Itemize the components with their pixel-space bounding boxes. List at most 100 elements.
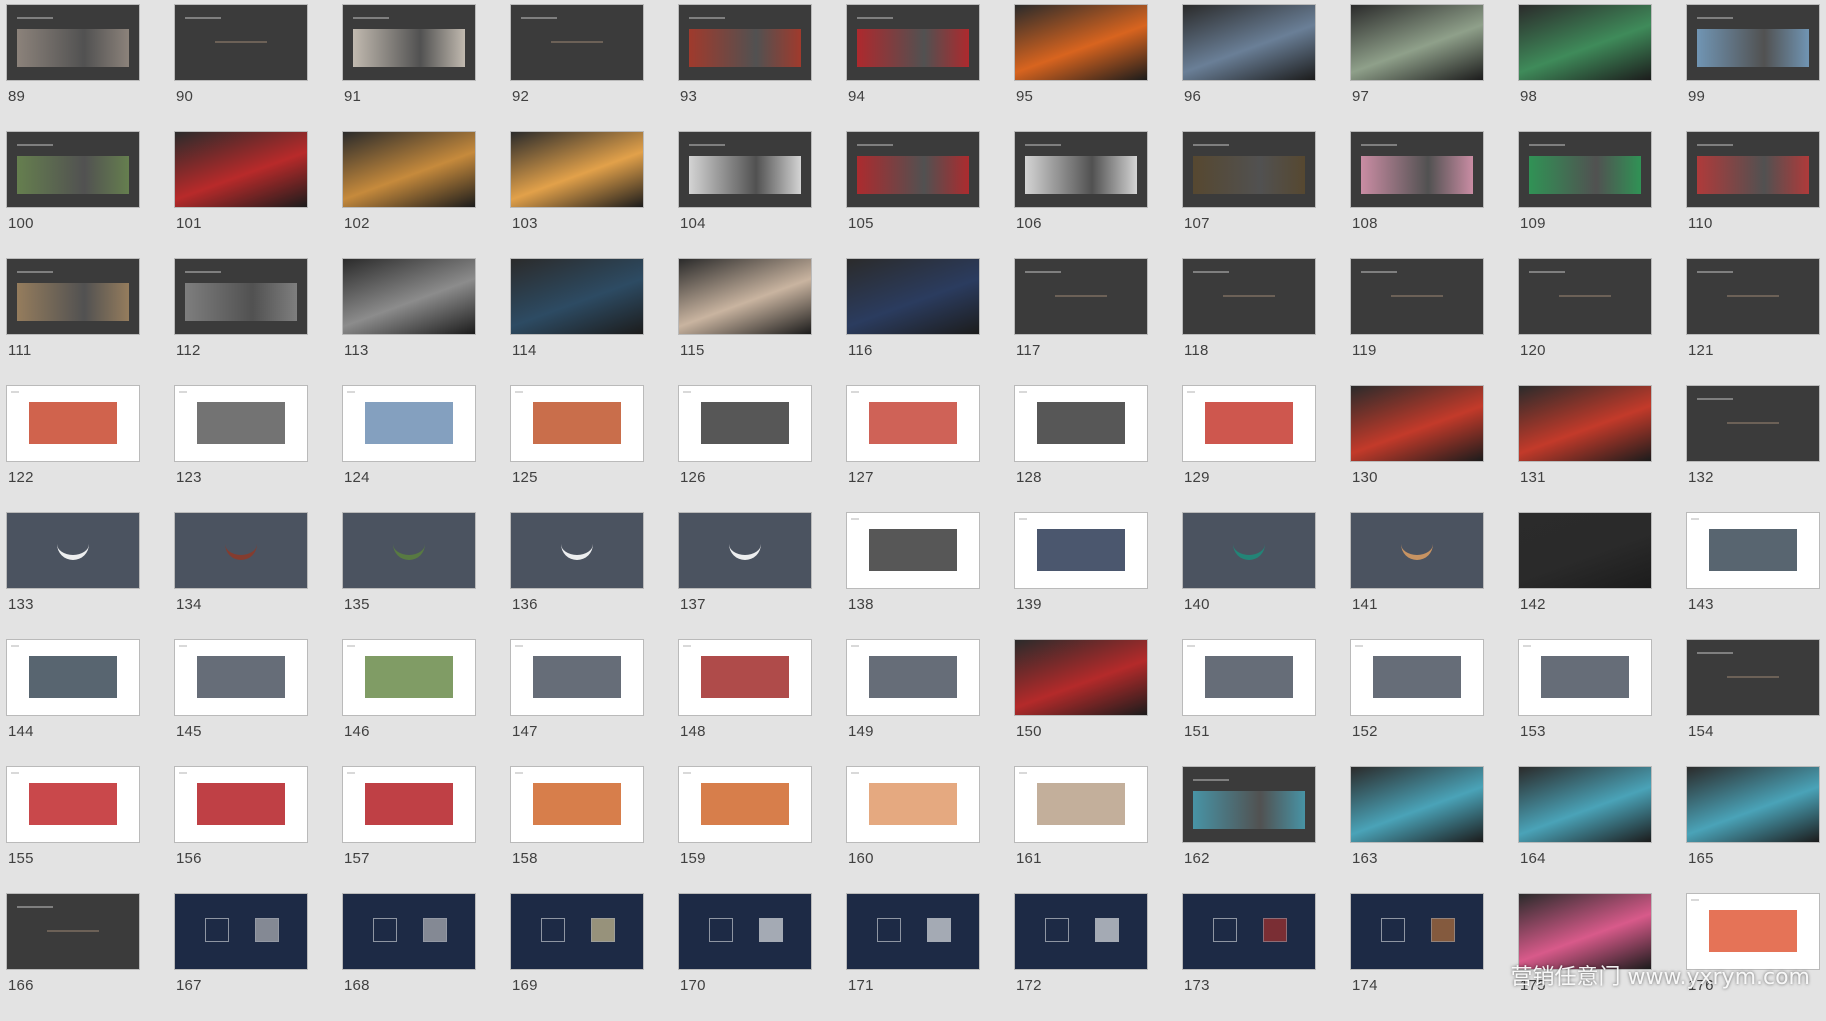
slide-107[interactable]: 107	[1183, 132, 1351, 259]
slide-155[interactable]: 155	[7, 767, 175, 894]
slide-thumbnail[interactable]	[1519, 513, 1651, 588]
slide-134[interactable]: 134	[175, 513, 343, 640]
slide-156[interactable]: 156	[175, 767, 343, 894]
slide-148[interactable]: 148	[679, 640, 847, 767]
slide-thumbnail[interactable]	[1183, 513, 1315, 588]
slide-thumbnail[interactable]	[175, 259, 307, 334]
slide-97[interactable]: 97	[1351, 5, 1519, 132]
slide-171[interactable]: 171	[847, 894, 1015, 1021]
slide-172[interactable]: 172	[1015, 894, 1183, 1021]
slide-168[interactable]: 168	[343, 894, 511, 1021]
slide-thumbnail[interactable]	[7, 640, 139, 715]
slide-thumbnail[interactable]	[679, 513, 811, 588]
slide-thumbnail[interactable]	[1183, 640, 1315, 715]
slide-98[interactable]: 98	[1519, 5, 1687, 132]
slide-thumbnail[interactable]	[343, 640, 475, 715]
slide-thumbnail[interactable]	[1183, 894, 1315, 969]
slide-thumbnail[interactable]	[175, 386, 307, 461]
slide-thumbnail[interactable]	[511, 513, 643, 588]
slide-thumbnail[interactable]	[1687, 132, 1819, 207]
slide-thumbnail[interactable]	[679, 894, 811, 969]
slide-129[interactable]: 129	[1183, 386, 1351, 513]
slide-thumbnail[interactable]	[1183, 5, 1315, 80]
slide-157[interactable]: 157	[343, 767, 511, 894]
slide-100[interactable]: 100	[7, 132, 175, 259]
slide-95[interactable]: 95	[1015, 5, 1183, 132]
slide-106[interactable]: 106	[1015, 132, 1183, 259]
slide-thumbnail[interactable]	[343, 767, 475, 842]
slide-thumbnail[interactable]	[847, 513, 979, 588]
slide-103[interactable]: 103	[511, 132, 679, 259]
slide-thumbnail[interactable]	[511, 259, 643, 334]
slide-112[interactable]: 112	[175, 259, 343, 386]
slide-thumbnail[interactable]	[1015, 5, 1147, 80]
slide-thumbnail[interactable]	[1183, 386, 1315, 461]
slide-thumbnail[interactable]	[1687, 386, 1819, 461]
slide-91[interactable]: 91	[343, 5, 511, 132]
slide-144[interactable]: 144	[7, 640, 175, 767]
slide-thumbnail[interactable]	[847, 132, 979, 207]
slide-thumbnail[interactable]	[1687, 5, 1819, 80]
slide-160[interactable]: 160	[847, 767, 1015, 894]
slide-thumbnail[interactable]	[343, 259, 475, 334]
slide-121[interactable]: 121	[1687, 259, 1826, 386]
slide-thumbnail[interactable]	[847, 894, 979, 969]
slide-thumbnail[interactable]	[7, 5, 139, 80]
slide-thumbnail[interactable]	[511, 5, 643, 80]
slide-thumbnail[interactable]	[1183, 259, 1315, 334]
slide-thumbnail[interactable]	[1687, 894, 1819, 969]
slide-152[interactable]: 152	[1351, 640, 1519, 767]
slide-thumbnail[interactable]	[7, 259, 139, 334]
slide-101[interactable]: 101	[175, 132, 343, 259]
slide-thumbnail[interactable]	[1015, 259, 1147, 334]
slide-174[interactable]: 174	[1351, 894, 1519, 1021]
slide-thumbnail[interactable]	[1015, 640, 1147, 715]
slide-137[interactable]: 137	[679, 513, 847, 640]
slide-thumbnail[interactable]	[175, 894, 307, 969]
slide-thumbnail[interactable]	[847, 640, 979, 715]
slide-161[interactable]: 161	[1015, 767, 1183, 894]
slide-thumbnail[interactable]	[1351, 513, 1483, 588]
slide-thumbnail[interactable]	[1687, 513, 1819, 588]
slide-117[interactable]: 117	[1015, 259, 1183, 386]
slide-thumbnail[interactable]	[511, 386, 643, 461]
slide-165[interactable]: 165	[1687, 767, 1826, 894]
slide-140[interactable]: 140	[1183, 513, 1351, 640]
slide-thumbnail[interactable]	[1351, 767, 1483, 842]
slide-thumbnail[interactable]	[7, 132, 139, 207]
slide-thumbnail[interactable]	[1015, 894, 1147, 969]
slide-thumbnail[interactable]	[1015, 513, 1147, 588]
slide-175[interactable]: 175	[1519, 894, 1687, 1021]
slide-thumbnail[interactable]	[1183, 767, 1315, 842]
slide-thumbnail[interactable]	[1351, 640, 1483, 715]
slide-158[interactable]: 158	[511, 767, 679, 894]
slide-thumbnail[interactable]	[679, 640, 811, 715]
slide-93[interactable]: 93	[679, 5, 847, 132]
slide-115[interactable]: 115	[679, 259, 847, 386]
slide-126[interactable]: 126	[679, 386, 847, 513]
slide-thumbnail[interactable]	[1351, 894, 1483, 969]
slide-176[interactable]: 176	[1687, 894, 1826, 1021]
slide-thumbnail[interactable]	[847, 5, 979, 80]
slide-thumbnail[interactable]	[1687, 640, 1819, 715]
slide-164[interactable]: 164	[1519, 767, 1687, 894]
slide-143[interactable]: 143	[1687, 513, 1826, 640]
slide-123[interactable]: 123	[175, 386, 343, 513]
slide-169[interactable]: 169	[511, 894, 679, 1021]
slide-146[interactable]: 146	[343, 640, 511, 767]
slide-154[interactable]: 154	[1687, 640, 1826, 767]
slide-133[interactable]: 133	[7, 513, 175, 640]
slide-110[interactable]: 110	[1687, 132, 1826, 259]
slide-151[interactable]: 151	[1183, 640, 1351, 767]
slide-153[interactable]: 153	[1519, 640, 1687, 767]
slide-116[interactable]: 116	[847, 259, 1015, 386]
slide-thumbnail[interactable]	[511, 132, 643, 207]
slide-thumbnail[interactable]	[7, 767, 139, 842]
slide-131[interactable]: 131	[1519, 386, 1687, 513]
slide-thumbnail[interactable]	[511, 894, 643, 969]
slide-thumbnail[interactable]	[1015, 386, 1147, 461]
slide-135[interactable]: 135	[343, 513, 511, 640]
slide-thumbnail[interactable]	[343, 513, 475, 588]
slide-132[interactable]: 132	[1687, 386, 1826, 513]
slide-89[interactable]: 89	[7, 5, 175, 132]
